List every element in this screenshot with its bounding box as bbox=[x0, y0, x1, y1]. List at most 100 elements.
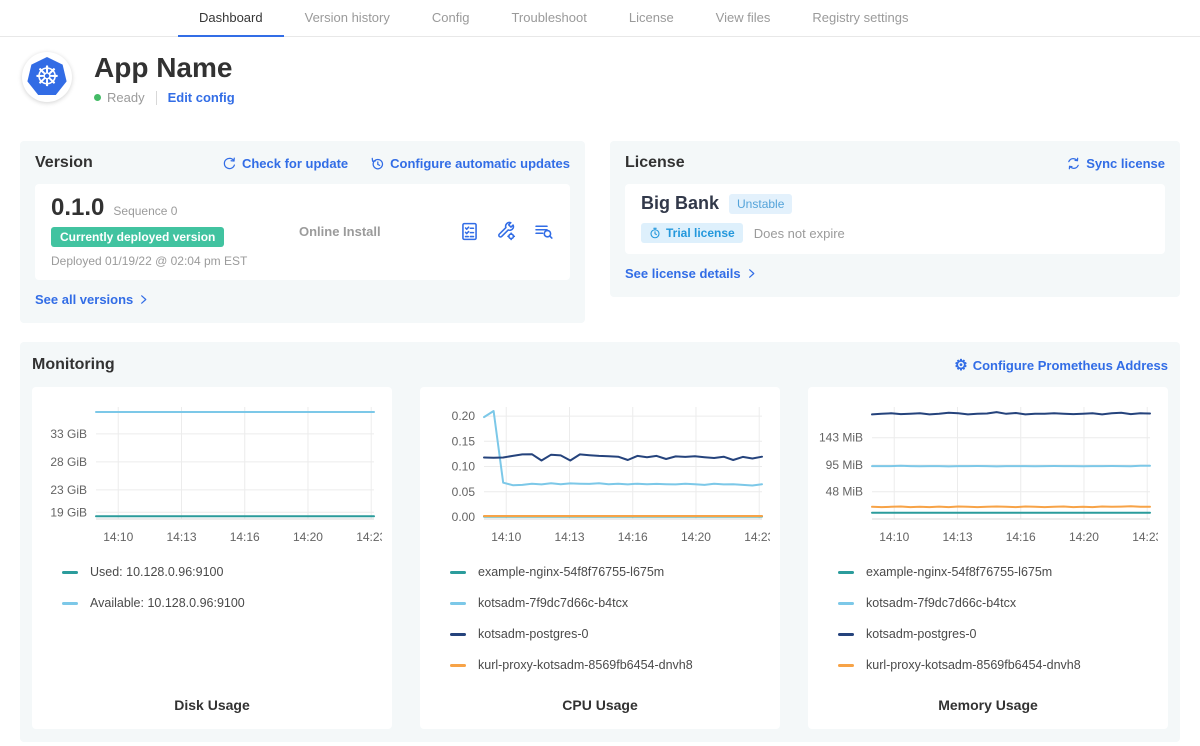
cpu-usage-card: 14:1014:1314:1614:2014:230.200.150.100.0… bbox=[420, 387, 780, 729]
svg-text:143 MiB: 143 MiB bbox=[819, 431, 863, 445]
legend-label: kotsadm-7f9dc7d66c-b4tcx bbox=[478, 596, 628, 610]
svg-text:14:13: 14:13 bbox=[942, 530, 972, 544]
app-header: ☸ App Name Ready Edit config bbox=[0, 37, 1200, 141]
svg-text:14:23: 14:23 bbox=[1132, 530, 1158, 544]
legend-dash-icon bbox=[838, 571, 854, 574]
svg-text:14:10: 14:10 bbox=[879, 530, 909, 544]
deployed-badge: Currently deployed version bbox=[51, 227, 224, 247]
monitoring-title: Monitoring bbox=[32, 356, 115, 374]
svg-text:0.10: 0.10 bbox=[452, 460, 476, 474]
tab-troubleshoot[interactable]: Troubleshoot bbox=[490, 0, 607, 37]
app-icon: ☸ bbox=[22, 52, 72, 102]
monitoring-section: Monitoring ⚙ Configure Prometheus Addres… bbox=[20, 342, 1180, 742]
cpu-usage-legend: example-nginx-54f8f76755-l675m kotsadm-7f… bbox=[430, 565, 770, 672]
legend-label: kurl-proxy-kotsadm-8569fb6454-dnvh8 bbox=[866, 658, 1081, 672]
legend-label: Used: 10.128.0.96:9100 bbox=[90, 565, 223, 579]
legend-item: Used: 10.128.0.96:9100 bbox=[62, 565, 382, 579]
view-deploy-logs-button[interactable] bbox=[533, 221, 554, 242]
legend-dash-icon bbox=[450, 633, 466, 636]
svg-text:95 MiB: 95 MiB bbox=[826, 458, 863, 472]
license-panel: Big Bank Unstable Trial license Does not… bbox=[625, 184, 1165, 254]
deployed-timestamp: Deployed 01/19/22 @ 02:04 pm EST bbox=[51, 254, 283, 268]
kubernetes-logo-icon: ☸ bbox=[27, 57, 67, 97]
memory-usage-title: Memory Usage bbox=[818, 697, 1158, 715]
legend-label: Available: 10.128.0.96:9100 bbox=[90, 596, 245, 610]
license-card: License Sync license Big Bank Unstable bbox=[610, 141, 1180, 297]
tab-version-history[interactable]: Version history bbox=[284, 0, 411, 37]
legend-dash-icon bbox=[450, 664, 466, 667]
svg-text:23 GiB: 23 GiB bbox=[50, 483, 87, 497]
legend-dash-icon bbox=[62, 602, 78, 605]
sync-icon bbox=[1066, 156, 1081, 171]
see-all-versions-link[interactable]: See all versions bbox=[35, 292, 149, 307]
legend-item: Available: 10.128.0.96:9100 bbox=[62, 596, 382, 610]
configure-prometheus-link[interactable]: ⚙ Configure Prometheus Address bbox=[954, 358, 1168, 373]
deploy-logs-icon bbox=[533, 221, 554, 242]
trial-license-badge: Trial license bbox=[641, 223, 743, 243]
legend-dash-icon bbox=[450, 571, 466, 574]
legend-label: kotsadm-7f9dc7d66c-b4tcx bbox=[866, 596, 1016, 610]
preflight-checklist-icon bbox=[459, 221, 480, 242]
status-dot-icon bbox=[94, 94, 101, 101]
legend-label: example-nginx-54f8f76755-l675m bbox=[478, 565, 664, 579]
check-for-update-button[interactable]: Check for update bbox=[222, 156, 348, 171]
gear-icon: ⚙ bbox=[954, 358, 967, 373]
disk-usage-card: 14:1014:1314:1614:2014:2333 GiB28 GiB23 … bbox=[32, 387, 392, 729]
svg-text:14:16: 14:16 bbox=[618, 530, 648, 544]
legend-dash-icon bbox=[450, 602, 466, 605]
legend-dash-icon bbox=[62, 571, 78, 574]
legend-item: kotsadm-postgres-0 bbox=[838, 627, 1158, 641]
memory-usage-plot: 14:1014:1314:1614:2014:23143 MiB95 MiB48… bbox=[818, 397, 1158, 551]
clock-arrow-icon bbox=[370, 156, 385, 171]
legend-item: kotsadm-7f9dc7d66c-b4tcx bbox=[838, 596, 1158, 610]
svg-text:14:20: 14:20 bbox=[681, 530, 711, 544]
license-card-title: License bbox=[625, 154, 685, 172]
preflight-checks-button[interactable] bbox=[459, 221, 480, 242]
svg-text:0.20: 0.20 bbox=[452, 409, 476, 423]
legend-label: kotsadm-postgres-0 bbox=[866, 627, 976, 641]
charts-row: 14:1014:1314:1614:2014:2333 GiB28 GiB23 … bbox=[32, 387, 1168, 729]
edit-config-button[interactable] bbox=[496, 221, 517, 242]
cpu-usage-title: CPU Usage bbox=[430, 697, 770, 715]
tab-config[interactable]: Config bbox=[411, 0, 491, 37]
license-customer-name: Big Bank bbox=[641, 193, 719, 214]
divider bbox=[156, 91, 157, 105]
version-sequence: Sequence 0 bbox=[113, 204, 177, 218]
tab-view-files[interactable]: View files bbox=[695, 0, 792, 37]
svg-text:14:13: 14:13 bbox=[554, 530, 584, 544]
current-version-panel: 0.1.0 Sequence 0 Currently deployed vers… bbox=[35, 184, 570, 280]
version-card-title: Version bbox=[35, 154, 93, 172]
app-status: Ready bbox=[107, 90, 145, 105]
legend-dash-icon bbox=[838, 633, 854, 636]
legend-item: kurl-proxy-kotsadm-8569fb6454-dnvh8 bbox=[450, 658, 770, 672]
configure-automatic-updates-button[interactable]: Configure automatic updates bbox=[370, 156, 570, 171]
legend-label: kotsadm-postgres-0 bbox=[478, 627, 588, 641]
sync-license-button[interactable]: Sync license bbox=[1066, 156, 1165, 171]
channel-badge: Unstable bbox=[729, 194, 792, 214]
chevron-right-icon bbox=[138, 294, 149, 305]
version-card: Version Check for update Configure autom… bbox=[20, 141, 585, 323]
legend-label: kurl-proxy-kotsadm-8569fb6454-dnvh8 bbox=[478, 658, 693, 672]
disk-usage-plot: 14:1014:1314:1614:2014:2333 GiB28 GiB23 … bbox=[42, 397, 382, 551]
legend-dash-icon bbox=[838, 664, 854, 667]
see-license-details-link[interactable]: See license details bbox=[625, 266, 757, 281]
refresh-icon bbox=[222, 156, 237, 171]
svg-text:14:23: 14:23 bbox=[356, 530, 382, 544]
install-type: Online Install bbox=[299, 224, 381, 239]
tab-registry-settings[interactable]: Registry settings bbox=[791, 0, 929, 37]
legend-dash-icon bbox=[838, 602, 854, 605]
tab-dashboard[interactable]: Dashboard bbox=[178, 0, 284, 37]
legend-item: kotsadm-7f9dc7d66c-b4tcx bbox=[450, 596, 770, 610]
edit-config-link[interactable]: Edit config bbox=[168, 90, 235, 105]
svg-text:0.05: 0.05 bbox=[452, 485, 476, 499]
disk-usage-title: Disk Usage bbox=[42, 697, 382, 715]
legend-item: kurl-proxy-kotsadm-8569fb6454-dnvh8 bbox=[838, 658, 1158, 672]
svg-text:48 MiB: 48 MiB bbox=[826, 485, 863, 499]
svg-text:33 GiB: 33 GiB bbox=[50, 427, 87, 441]
cpu-usage-plot: 14:1014:1314:1614:2014:230.200.150.100.0… bbox=[430, 397, 770, 551]
memory-usage-legend: example-nginx-54f8f76755-l675mkotsadm-7f… bbox=[818, 565, 1158, 672]
svg-text:14:20: 14:20 bbox=[293, 530, 323, 544]
svg-text:14:10: 14:10 bbox=[491, 530, 521, 544]
svg-text:19 GiB: 19 GiB bbox=[50, 505, 87, 519]
tab-license[interactable]: License bbox=[608, 0, 695, 37]
